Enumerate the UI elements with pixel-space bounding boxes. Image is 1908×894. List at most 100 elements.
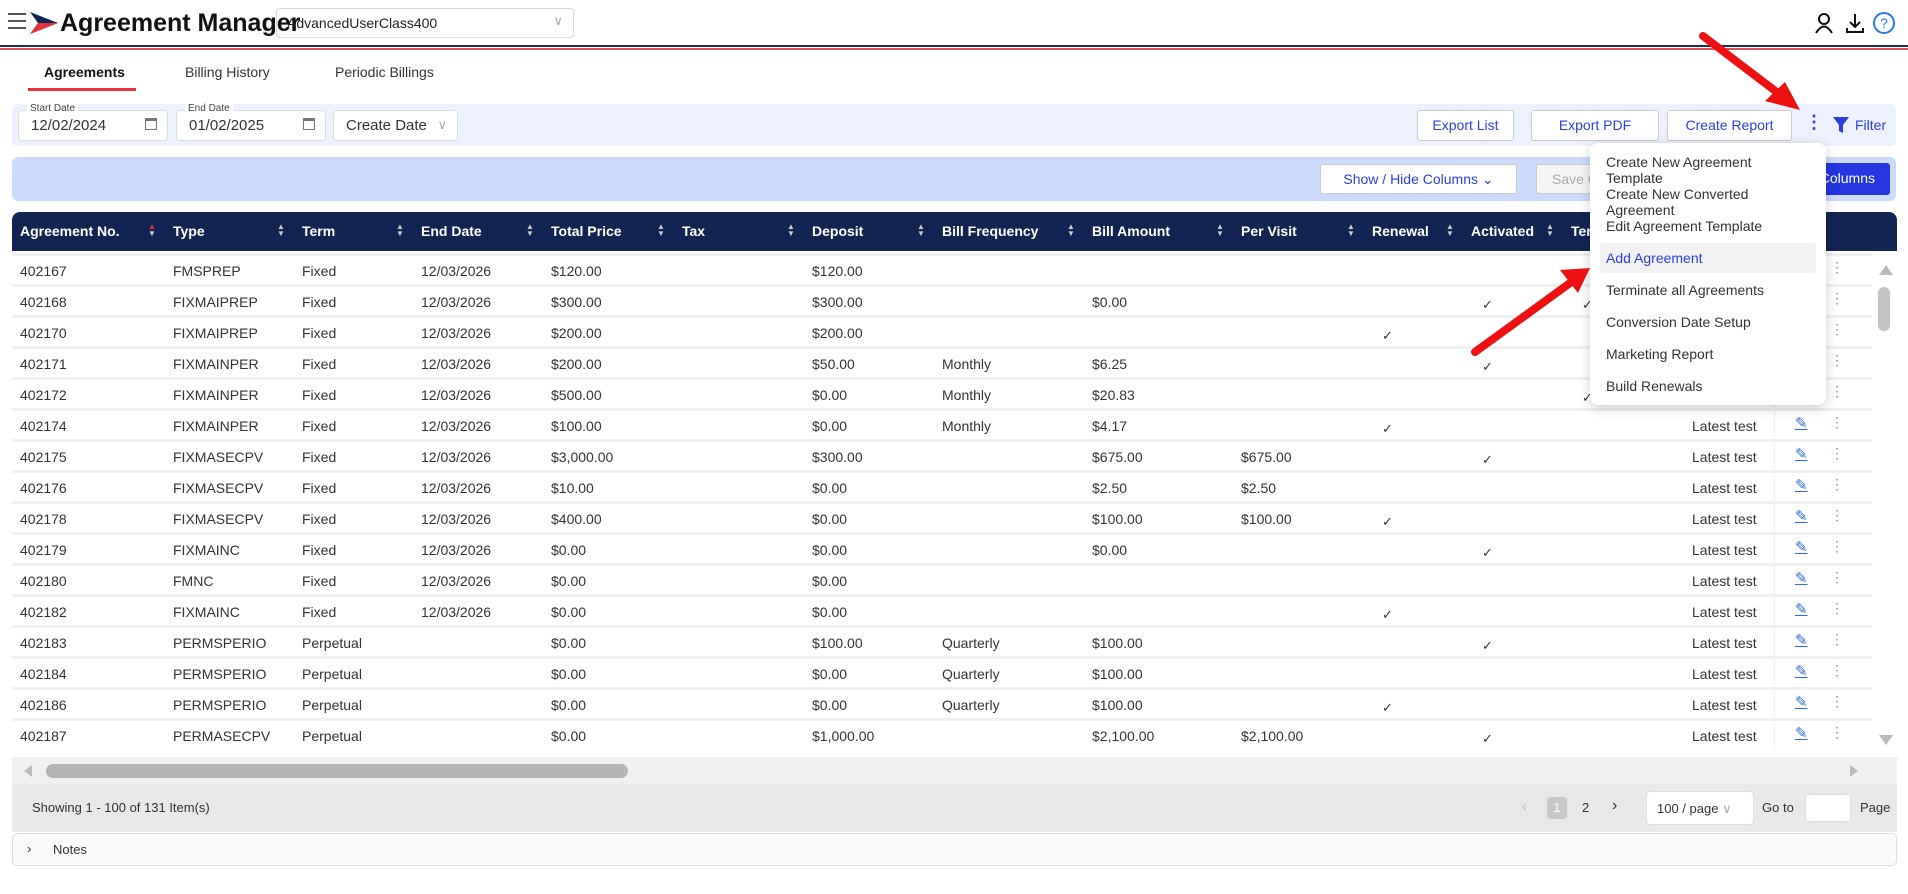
- row-more-icon[interactable]: ⋮: [1830, 321, 1844, 338]
- table-row[interactable]: 402183 PERMSPERIO Perpetual $0.00 $100.00 Qua…: [12, 625, 1872, 656]
- date-type-select[interactable]: Create Date ∨: [333, 110, 458, 141]
- sort-icon[interactable]: ▲▼: [277, 223, 285, 238]
- column-header[interactable]: Bill Amount: [1092, 223, 1170, 239]
- menu-item[interactable]: Create New Agreement Template: [1600, 147, 1816, 186]
- prev-page-icon[interactable]: ‹: [1522, 798, 1527, 814]
- sort-icon[interactable]: ▲▼: [917, 223, 925, 238]
- edit-icon[interactable]: ✎: [1795, 476, 1808, 494]
- row-more-icon[interactable]: ⋮: [1830, 445, 1844, 462]
- row-more-icon[interactable]: ⋮: [1830, 724, 1844, 741]
- row-more-icon[interactable]: ⋮: [1830, 414, 1844, 431]
- more-options-icon[interactable]: ⋮: [1805, 112, 1823, 133]
- horizontal-scroll-thumb[interactable]: [46, 764, 628, 778]
- scroll-right-icon[interactable]: [1850, 765, 1858, 777]
- column-header[interactable]: Term: [302, 223, 335, 239]
- next-page-icon[interactable]: ›: [1612, 797, 1617, 815]
- row-more-icon[interactable]: ⋮: [1830, 383, 1844, 400]
- create-report-button[interactable]: Create Report: [1667, 110, 1792, 141]
- menu-item[interactable]: Add Agreement: [1600, 243, 1816, 273]
- vertical-scrollbar[interactable]: [1874, 253, 1896, 755]
- sort-icon[interactable]: ▲▼: [657, 223, 665, 238]
- column-header[interactable]: Total Price: [551, 223, 622, 239]
- table-row[interactable]: 402187 PERMASECPV Perpetual $0.00 $1,000.00 $…: [12, 718, 1872, 749]
- export-pdf-button[interactable]: Export PDF: [1531, 110, 1659, 141]
- column-header[interactable]: End Date: [421, 223, 482, 239]
- sort-icon[interactable]: ▲▼: [1216, 223, 1224, 238]
- filter-button[interactable]: Filter: [1855, 117, 1886, 133]
- start-date-field[interactable]: Start Date 12/02/2024: [18, 103, 168, 141]
- edit-icon[interactable]: ✎: [1795, 600, 1808, 618]
- column-header[interactable]: Tax: [682, 223, 705, 239]
- row-more-icon[interactable]: ⋮: [1830, 631, 1844, 648]
- hamburger-menu-icon[interactable]: [8, 13, 26, 29]
- export-list-button[interactable]: Export List: [1417, 110, 1514, 141]
- sort-icon[interactable]: ▲▼: [526, 223, 534, 238]
- sort-icon[interactable]: ▲▼: [396, 223, 404, 238]
- sort-icon[interactable]: ▲▼: [1067, 223, 1075, 238]
- sort-icon[interactable]: ▲▼: [1446, 223, 1454, 238]
- menu-item[interactable]: Build Renewals: [1600, 371, 1816, 401]
- page-1-button[interactable]: 1: [1547, 797, 1567, 819]
- row-more-icon[interactable]: ⋮: [1830, 662, 1844, 679]
- edit-icon[interactable]: ✎: [1795, 538, 1808, 556]
- vertical-scroll-thumb[interactable]: [1878, 287, 1890, 331]
- sort-icon[interactable]: ▲▼: [1347, 223, 1355, 238]
- column-header[interactable]: Renewal: [1372, 223, 1429, 239]
- table-row[interactable]: 402176 FIXMASECPV Fixed 12/03/2026 $10.00 $0.…: [12, 470, 1872, 501]
- menu-item[interactable]: Conversion Date Setup: [1600, 307, 1816, 337]
- edit-icon[interactable]: ✎: [1795, 507, 1808, 525]
- table-row[interactable]: 402175 FIXMASECPV Fixed 12/03/2026 $3,000.00…: [12, 439, 1872, 470]
- row-more-icon[interactable]: ⋮: [1830, 693, 1844, 710]
- row-more-icon[interactable]: ⋮: [1830, 538, 1844, 555]
- show-hide-columns-button[interactable]: Show / Hide Columns ⌄: [1320, 164, 1517, 194]
- edit-icon[interactable]: ✎: [1795, 631, 1808, 649]
- horizontal-scrollbar[interactable]: [12, 757, 1897, 784]
- tab-billing-history[interactable]: Billing History: [185, 64, 270, 80]
- filter-icon[interactable]: [1833, 117, 1849, 133]
- edit-icon[interactable]: ✎: [1795, 662, 1808, 680]
- menu-item[interactable]: Edit Agreement Template: [1600, 211, 1816, 241]
- row-more-icon[interactable]: ⋮: [1830, 290, 1844, 307]
- column-header[interactable]: Agreement No.: [20, 223, 120, 239]
- table-row[interactable]: 402180 FMNC Fixed 12/03/2026 $0.00 $0.00 Lates…: [12, 563, 1872, 594]
- account-select[interactable]: AdvancedUserClass400 ∨: [276, 8, 574, 38]
- page-size-select[interactable]: 100 / page ∨: [1646, 791, 1754, 825]
- menu-item[interactable]: Terminate all Agreements: [1600, 275, 1816, 305]
- goto-page-input[interactable]: [1805, 794, 1851, 822]
- edit-icon[interactable]: ✎: [1795, 414, 1808, 432]
- scroll-up-icon[interactable]: [1879, 265, 1893, 275]
- edit-icon[interactable]: ✎: [1795, 445, 1808, 463]
- download-icon[interactable]: [1845, 12, 1865, 34]
- tab-agreements[interactable]: Agreements: [44, 64, 125, 80]
- edit-icon[interactable]: ✎: [1795, 569, 1808, 587]
- calendar-icon[interactable]: [145, 118, 157, 130]
- sort-icon[interactable]: ▲▼: [787, 223, 795, 238]
- page-2-button[interactable]: 2: [1582, 800, 1589, 815]
- row-more-icon[interactable]: ⋮: [1830, 352, 1844, 369]
- column-header[interactable]: Per Visit: [1241, 223, 1297, 239]
- scroll-left-icon[interactable]: [24, 765, 32, 777]
- sort-icon[interactable]: ▲▼: [1546, 223, 1554, 238]
- help-icon[interactable]: ?: [1872, 11, 1896, 35]
- row-more-icon[interactable]: ⋮: [1830, 569, 1844, 586]
- menu-item[interactable]: Marketing Report: [1600, 339, 1816, 369]
- column-header[interactable]: Activated: [1471, 223, 1534, 239]
- calendar-icon[interactable]: [303, 118, 315, 130]
- table-row[interactable]: 402178 FIXMASECPV Fixed 12/03/2026 $400.00 $0…: [12, 501, 1872, 532]
- table-row[interactable]: 402179 FIXMAINC Fixed 12/03/2026 $0.00 $0.00 $…: [12, 532, 1872, 563]
- table-row[interactable]: 402186 PERMSPERIO Perpetual $0.00 $0.00 Quart…: [12, 687, 1872, 718]
- scroll-down-icon[interactable]: [1879, 735, 1893, 745]
- row-more-icon[interactable]: ⋮: [1830, 259, 1844, 276]
- row-more-icon[interactable]: ⋮: [1830, 476, 1844, 493]
- end-date-field[interactable]: End Date 01/02/2025: [176, 103, 326, 141]
- column-header[interactable]: Bill Frequency: [942, 223, 1038, 239]
- table-row[interactable]: 402184 PERMSPERIO Perpetual $0.00 $0.00 Quart…: [12, 656, 1872, 687]
- column-header[interactable]: Deposit: [812, 223, 863, 239]
- row-more-icon[interactable]: ⋮: [1830, 600, 1844, 617]
- chevron-right-icon[interactable]: ›: [27, 841, 31, 856]
- tab-periodic-billings[interactable]: Periodic Billings: [335, 64, 434, 80]
- table-row[interactable]: 402182 FIXMAINC Fixed 12/03/2026 $0.00 $0.00 ✓…: [12, 594, 1872, 625]
- edit-icon[interactable]: ✎: [1795, 693, 1808, 711]
- edit-icon[interactable]: ✎: [1795, 724, 1808, 742]
- table-row[interactable]: 402174 FIXMAINPER Fixed 12/03/2026 $100.00 $0…: [12, 408, 1872, 439]
